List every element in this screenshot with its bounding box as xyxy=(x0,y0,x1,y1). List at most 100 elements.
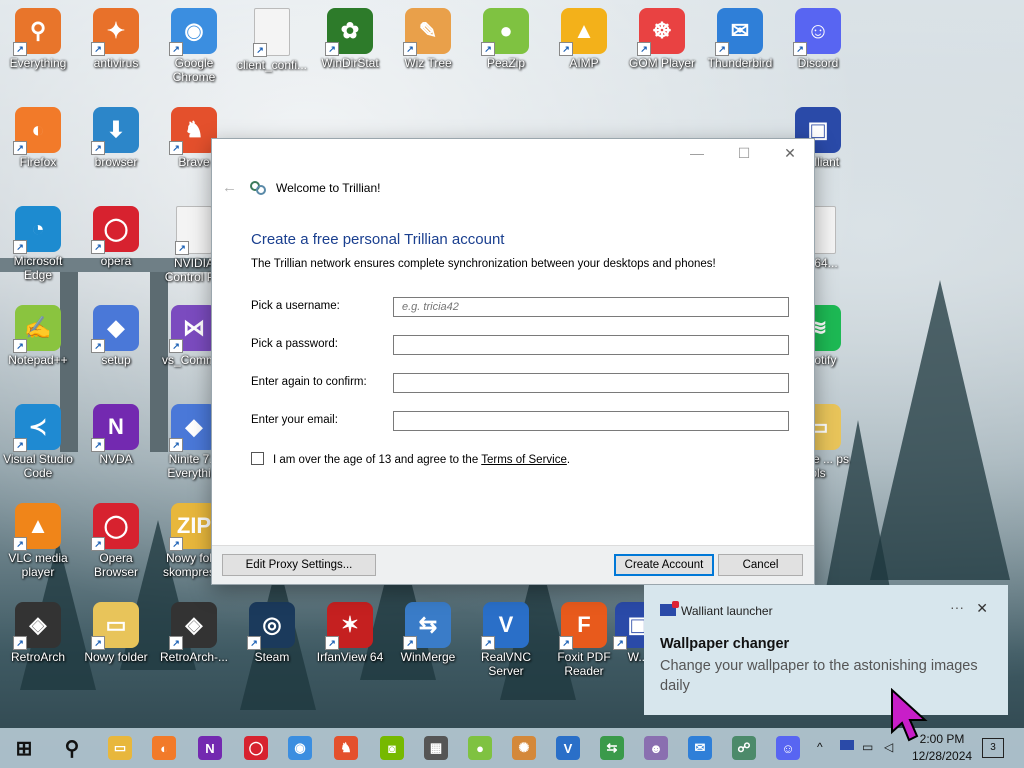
shortcut-arrow-icon: ↗ xyxy=(253,43,267,57)
opera-icon[interactable]: ◯ xyxy=(244,736,268,760)
desktop-icon[interactable]: ◎ ↗ Steam xyxy=(234,598,310,688)
desktop-icon[interactable]: ⚲ ↗ Everything xyxy=(0,4,76,94)
search-icon[interactable]: ⚲ xyxy=(60,736,84,760)
walliant-tray-icon[interactable] xyxy=(840,740,854,750)
notification-title: Wallpaper changer xyxy=(660,636,790,652)
shortcut-arrow-icon: ↗ xyxy=(403,636,417,650)
desktop-icon-label: RealVNC Server xyxy=(480,650,531,678)
notification-count: 3 xyxy=(990,742,996,753)
app-icon: ☸ ↗ xyxy=(637,8,685,56)
shortcut-arrow-icon: ↗ xyxy=(559,42,573,56)
desktop-icon[interactable]: ✶ ↗ IrfanView 64 xyxy=(312,598,388,688)
nvda-icon[interactable]: N xyxy=(198,736,222,760)
more-options-icon[interactable]: ··· xyxy=(950,599,964,615)
media-icon[interactable]: ▦ xyxy=(424,736,448,760)
trillian-icon[interactable]: ☍ xyxy=(732,736,756,760)
wiz-icon[interactable]: ✺ xyxy=(512,736,536,760)
peazip-icon[interactable]: ● xyxy=(468,736,492,760)
shortcut-arrow-icon: ↗ xyxy=(481,42,495,56)
pidgin-icon[interactable]: ☻ xyxy=(644,736,668,760)
shortcut-arrow-icon: ↗ xyxy=(793,42,807,56)
desktop-icon[interactable]: V ↗ RealVNC Server xyxy=(468,598,544,688)
mouse-pointer-icon xyxy=(891,688,928,742)
shortcut-arrow-icon: ↗ xyxy=(169,537,183,551)
realvnc-icon[interactable]: V xyxy=(556,736,580,760)
desktop-icon[interactable]: ◉ ↗ Google Chrome xyxy=(156,4,232,94)
create-account-button[interactable]: Create Account xyxy=(614,554,714,576)
desktop-icon-label: client_confi... xyxy=(236,58,308,72)
shortcut-arrow-icon: ↗ xyxy=(481,636,495,650)
desktop-icon[interactable]: ☸ ↗ GOM Player xyxy=(624,4,700,94)
desktop-icon[interactable]: ✉ ↗ Thunderbird xyxy=(702,4,778,94)
desktop-icon[interactable]: ▲ ↗ AIMP xyxy=(546,4,622,94)
minimize-button[interactable]: — xyxy=(682,143,712,163)
file-explorer-icon[interactable]: ▭ xyxy=(108,736,132,760)
page-subtitle: The Trillian network ensures complete sy… xyxy=(251,258,716,270)
shortcut-arrow-icon: ↗ xyxy=(91,636,105,650)
notification-close-icon[interactable]: ✕ xyxy=(976,600,988,617)
terms-of-service-link[interactable]: Terms of Service xyxy=(481,454,567,466)
thunderbird-icon[interactable]: ✉ xyxy=(688,736,712,760)
start-icon[interactable]: ⊞ xyxy=(12,736,36,760)
cancel-button[interactable]: Cancel xyxy=(718,554,803,576)
walliant-notification[interactable]: Walliant launcher ··· ✕ Wallpaper change… xyxy=(644,585,1008,715)
password-input[interactable] xyxy=(393,335,789,355)
clock-date: 12/28/2024 xyxy=(912,749,973,763)
username-input[interactable] xyxy=(393,297,789,317)
desktop-icon[interactable]: N ↗ NVDA xyxy=(78,400,154,490)
desktop-icon[interactable]: ◈ ↗ RetroArch xyxy=(0,598,76,688)
winmerge-icon[interactable]: ⇆ xyxy=(600,736,624,760)
shortcut-arrow-icon: ↗ xyxy=(247,636,261,650)
chrome-icon[interactable]: ◉ xyxy=(288,736,312,760)
discord-icon[interactable]: ☺ xyxy=(776,736,800,760)
desktop-icon-label: setup xyxy=(101,353,131,367)
desktop-icon-label: RetroArch xyxy=(10,650,66,664)
desktop-icon[interactable]: ◈ ↗ RetroArch-... xyxy=(156,598,232,688)
maximize-button[interactable]: ☐ xyxy=(729,143,759,163)
show-hidden-icons-icon[interactable]: ^ xyxy=(817,740,823,754)
shortcut-arrow-icon: ↗ xyxy=(325,636,339,650)
desktop-icon-label: VLC media player xyxy=(8,551,68,579)
firefox-icon[interactable]: ◐ xyxy=(152,736,176,760)
desktop-icon[interactable]: ✦ ↗ antivirus xyxy=(78,4,154,94)
desktop-icon[interactable]: ◔ ↗ Microsoft Edge xyxy=(0,202,76,292)
shortcut-arrow-icon: ↗ xyxy=(403,42,417,56)
back-arrow-icon[interactable]: ← xyxy=(222,179,237,196)
desktop-icon[interactable]: ● ↗ PeaZip xyxy=(468,4,544,94)
desktop-icon-label: opera xyxy=(100,254,132,268)
tos-checkbox[interactable] xyxy=(251,452,264,465)
edit-proxy-settings-button[interactable]: Edit Proxy Settings... xyxy=(222,554,376,576)
desktop-icon[interactable]: ✎ ↗ Wiz Tree xyxy=(390,4,466,94)
shortcut-arrow-icon: ↗ xyxy=(91,339,105,353)
app-icon: ✦ ↗ xyxy=(91,8,139,56)
confirm-password-input[interactable] xyxy=(393,373,789,393)
desktop-icon[interactable]: ◐ ↗ Firefox xyxy=(0,103,76,193)
desktop-icon-label: Everything xyxy=(9,56,67,70)
desktop-icon-label: GOM Player xyxy=(628,56,695,70)
desktop-icon[interactable]: ⬇ ↗ browser xyxy=(78,103,154,193)
close-button[interactable]: ✕ xyxy=(775,143,805,163)
desktop-icon[interactable]: ▭ ↗ Nowy folder xyxy=(78,598,154,688)
desktop-icon-label: RetroArch-... xyxy=(159,650,228,664)
desktop-icon-label: PeaZip xyxy=(486,56,526,70)
email-label: Enter your email: xyxy=(251,414,338,426)
desktop-icon[interactable]: ↗ client_confi... xyxy=(234,4,310,94)
brave-icon[interactable]: ♞ xyxy=(334,736,358,760)
desktop-icon[interactable]: ✍ ↗ Notepad++ xyxy=(0,301,76,391)
desktop-icon[interactable]: ☺ ↗ Discord xyxy=(780,4,856,94)
desktop-icon[interactable]: ⇆ ↗ WinMerge xyxy=(390,598,466,688)
app-icon: V ↗ xyxy=(481,602,529,650)
desktop-icon[interactable]: ≺ ↗ Visual Studio Code xyxy=(0,400,76,490)
desktop-icon[interactable]: ◯ ↗ Opera Browser xyxy=(78,499,154,589)
desktop-icon[interactable]: ▲ ↗ VLC media player xyxy=(0,499,76,589)
notification-center-icon[interactable]: 3 xyxy=(982,738,1004,758)
desktop-icon[interactable]: ✿ ↗ WinDirStat xyxy=(312,4,388,94)
app-icon: ▲ ↗ xyxy=(13,503,61,551)
desktop-icon[interactable]: ◯ ↗ opera xyxy=(78,202,154,292)
desktop-icon[interactable]: ◆ ↗ setup xyxy=(78,301,154,391)
email-input[interactable] xyxy=(393,411,789,431)
shortcut-arrow-icon: ↗ xyxy=(169,141,183,155)
title-bar[interactable]: — ☐ ✕ xyxy=(212,139,814,167)
nvidia-icon[interactable]: ◙ xyxy=(380,736,404,760)
network-icon[interactable]: ▭ xyxy=(862,740,873,754)
